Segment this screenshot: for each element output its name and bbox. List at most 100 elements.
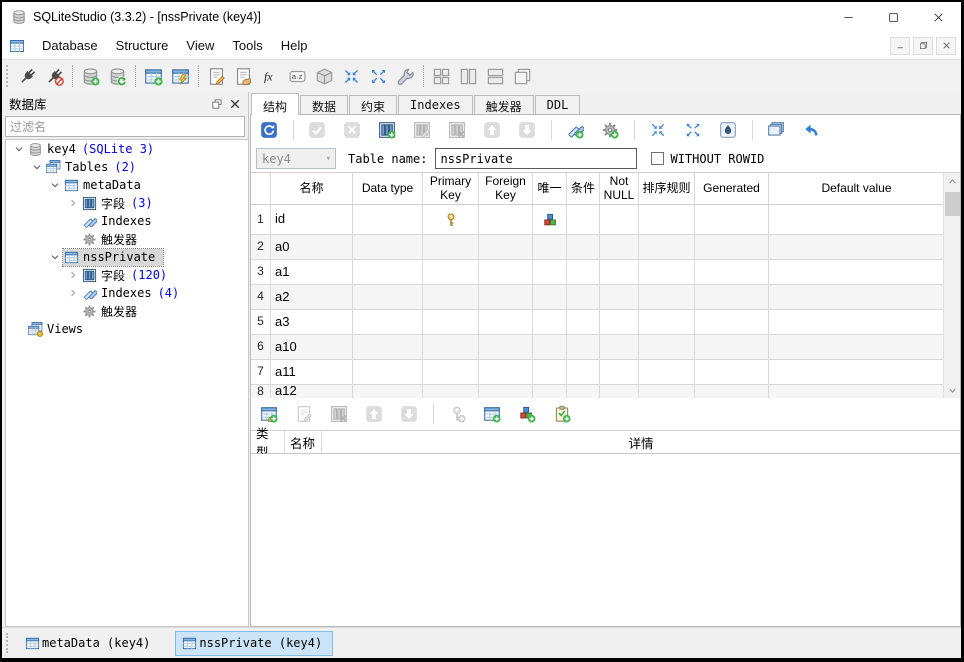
table-new-icon[interactable] bbox=[140, 63, 167, 90]
chevron-expanded-icon[interactable] bbox=[46, 177, 63, 193]
cell-a0-check-condition[interactable] bbox=[567, 235, 600, 259]
cell-a11-foreign-key[interactable] bbox=[479, 360, 533, 384]
cell-a3-check-condition[interactable] bbox=[567, 310, 600, 334]
mdi-close-button[interactable] bbox=[936, 37, 956, 55]
cell-a3-primary-key[interactable] bbox=[423, 310, 479, 334]
format-sql-ink-icon[interactable] bbox=[715, 118, 740, 143]
cell-a11-primary-key[interactable] bbox=[423, 360, 479, 384]
scroll-up-icon[interactable] bbox=[944, 173, 960, 189]
cell-a0-generated[interactable] bbox=[695, 235, 769, 259]
mdi-cascade-icon[interactable] bbox=[509, 63, 536, 90]
column-add-icon[interactable] bbox=[374, 118, 399, 143]
check-add-icon[interactable] bbox=[549, 402, 574, 427]
chevron-collapsed-icon[interactable] bbox=[64, 267, 81, 283]
cell-a2-data-type[interactable] bbox=[353, 285, 423, 309]
cell-a10-default-value[interactable] bbox=[769, 335, 945, 359]
tree-item-views-group[interactable]: Views bbox=[6, 320, 248, 338]
cell-a2-check-condition[interactable] bbox=[567, 285, 600, 309]
chevron-collapsed-icon[interactable] bbox=[64, 285, 81, 301]
chevron-expanded-icon[interactable] bbox=[46, 249, 63, 265]
filter-input[interactable] bbox=[5, 116, 245, 137]
refresh-structure-icon[interactable] bbox=[256, 118, 281, 143]
menu-item-view[interactable]: View bbox=[177, 34, 223, 57]
disconnect-plug-icon[interactable] bbox=[41, 63, 68, 90]
configuration-wrench-icon[interactable] bbox=[392, 63, 419, 90]
cell-a12-collation[interactable] bbox=[639, 385, 695, 398]
cell-a2-name[interactable]: a2 bbox=[271, 285, 353, 309]
chevron-expanded-icon[interactable] bbox=[10, 141, 27, 157]
cell-a11-unique[interactable] bbox=[533, 360, 567, 384]
cell-id-collation[interactable] bbox=[639, 205, 695, 234]
tree-item-tables-group[interactable]: Tables(2) bbox=[6, 158, 248, 176]
foreign-key-add-icon[interactable] bbox=[479, 402, 504, 427]
cell-a10-primary-key[interactable] bbox=[423, 335, 479, 359]
cell-a3-name[interactable]: a3 bbox=[271, 310, 353, 334]
cell-a11-name[interactable]: a11 bbox=[271, 360, 353, 384]
cell-a0-collation[interactable] bbox=[639, 235, 695, 259]
scroll-down-icon[interactable] bbox=[944, 382, 960, 398]
table-name-input[interactable] bbox=[435, 148, 637, 169]
cell-a3-data-type[interactable] bbox=[353, 310, 423, 334]
cell-a2-not-null[interactable] bbox=[600, 285, 639, 309]
chevron-collapsed-icon[interactable] bbox=[64, 195, 81, 211]
cell-a11-not-null[interactable] bbox=[600, 360, 639, 384]
cell-id-default-value[interactable] bbox=[769, 205, 945, 234]
trigger-add-icon[interactable] bbox=[597, 118, 622, 143]
expand-windows-icon[interactable] bbox=[365, 63, 392, 90]
cell-a11-collation[interactable] bbox=[639, 360, 695, 384]
tree-item-table-nssprivate[interactable]: nssPrivate bbox=[6, 248, 248, 266]
index-add-icon[interactable] bbox=[562, 118, 587, 143]
cell-a2-foreign-key[interactable] bbox=[479, 285, 533, 309]
cell-a1-unique[interactable] bbox=[533, 260, 567, 284]
cell-a12-default-value[interactable] bbox=[769, 385, 945, 398]
cell-a1-data-type[interactable] bbox=[353, 260, 423, 284]
cell-a10-generated[interactable] bbox=[695, 335, 769, 359]
cell-a10-check-condition[interactable] bbox=[567, 335, 600, 359]
taskbar-metadata-window[interactable]: metaData (key4) bbox=[18, 631, 161, 656]
cell-a0-not-null[interactable] bbox=[600, 235, 639, 259]
cell-a2-unique[interactable] bbox=[533, 285, 567, 309]
mdi-tile-columns-icon[interactable] bbox=[455, 63, 482, 90]
cell-a10-unique[interactable] bbox=[533, 335, 567, 359]
taskbar-nssprivate-window[interactable]: nssPrivate (key4) bbox=[175, 631, 333, 656]
cell-a12-check-condition[interactable] bbox=[567, 385, 600, 398]
tree-item-metadata-columns[interactable]: 字段(3) bbox=[6, 194, 248, 212]
cell-a10-not-null[interactable] bbox=[600, 335, 639, 359]
close-button[interactable] bbox=[916, 2, 961, 32]
maximize-button[interactable] bbox=[871, 2, 916, 32]
mdi-restore-button[interactable] bbox=[913, 37, 933, 55]
cell-a12-data-type[interactable] bbox=[353, 385, 423, 398]
tree-item-nssprivate-indexes[interactable]: Indexes(4) bbox=[6, 284, 248, 302]
cell-a2-default-value[interactable] bbox=[769, 285, 945, 309]
cell-id-not-null[interactable] bbox=[600, 205, 639, 234]
chevron-expanded-icon[interactable] bbox=[28, 159, 45, 175]
tab-triggers[interactable]: 触发器 bbox=[474, 95, 534, 114]
cell-a1-generated[interactable] bbox=[695, 260, 769, 284]
cell-a12-generated[interactable] bbox=[695, 385, 769, 398]
tree-item-nssprivate-triggers[interactable]: 触发器 bbox=[6, 302, 248, 320]
cell-a0-data-type[interactable] bbox=[353, 235, 423, 259]
toolbar-grip[interactable] bbox=[6, 65, 11, 87]
cell-id-data-type[interactable] bbox=[353, 205, 423, 234]
menu-item-tools[interactable]: Tools bbox=[223, 34, 271, 57]
grid-vertical-scrollbar[interactable] bbox=[943, 173, 960, 398]
cell-a12-foreign-key[interactable] bbox=[479, 385, 533, 398]
cell-a1-primary-key[interactable] bbox=[423, 260, 479, 284]
tree-item-metadata-indexes[interactable]: Indexes bbox=[6, 212, 248, 230]
tree-item-nssprivate-columns[interactable]: 字段(120) bbox=[6, 266, 248, 284]
cell-id-generated[interactable] bbox=[695, 205, 769, 234]
taskbar-grip[interactable] bbox=[6, 633, 12, 653]
extension-cube-icon[interactable] bbox=[311, 63, 338, 90]
minimize-button[interactable] bbox=[826, 2, 871, 32]
cell-a3-default-value[interactable] bbox=[769, 310, 945, 334]
cell-a3-unique[interactable] bbox=[533, 310, 567, 334]
menu-item-help[interactable]: Help bbox=[272, 34, 317, 57]
cell-a11-data-type[interactable] bbox=[353, 360, 423, 384]
windows-stack-icon[interactable] bbox=[763, 118, 788, 143]
mdi-minimize-button[interactable] bbox=[890, 37, 910, 55]
cell-a2-primary-key[interactable] bbox=[423, 285, 479, 309]
sql-editor-icon[interactable] bbox=[203, 63, 230, 90]
cell-a10-data-type[interactable] bbox=[353, 335, 423, 359]
cell-a12-not-null[interactable] bbox=[600, 385, 639, 398]
cell-a11-default-value[interactable] bbox=[769, 360, 945, 384]
